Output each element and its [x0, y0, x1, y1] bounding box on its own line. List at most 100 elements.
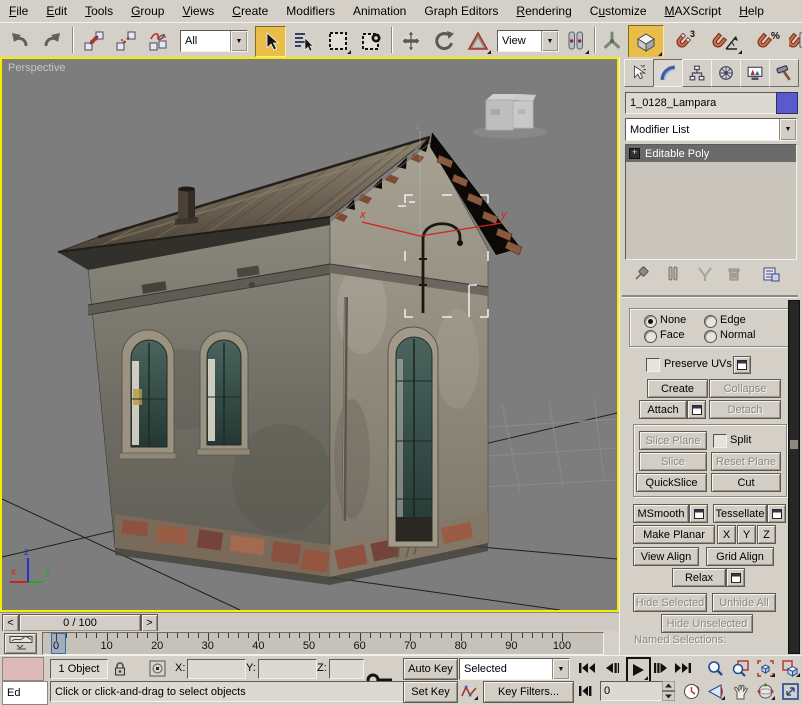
relax-settings-button[interactable]	[726, 568, 745, 587]
key-filter-dropdown[interactable]: Selected ▼	[459, 658, 570, 680]
angle-snap-toggle-button[interactable]	[705, 26, 743, 55]
use-pivot-point-center-button[interactable]	[561, 26, 590, 55]
menu-customize[interactable]: Customize	[581, 1, 656, 21]
spinner-snap-toggle-button[interactable]	[789, 26, 802, 55]
msmooth-settings-button[interactable]	[689, 504, 708, 523]
tab-motion[interactable]	[711, 59, 741, 87]
stack-row-editable-poly[interactable]: + Editable Poly	[626, 145, 796, 162]
rollout-scrollbar[interactable]	[788, 300, 800, 654]
frame-spinner[interactable]	[662, 681, 675, 701]
dropdown-arrow-icon[interactable]: ▼	[230, 31, 247, 51]
object-color-swatch[interactable]	[776, 92, 798, 114]
reference-coordinate-system-dropdown[interactable]: View ▼	[497, 30, 559, 52]
key-filters-button[interactable]: Key Filters...	[483, 681, 574, 703]
menu-file[interactable]: File	[0, 1, 37, 21]
bind-to-spacewarp-button[interactable]	[144, 27, 172, 54]
radio-edge[interactable]	[704, 315, 717, 328]
tessellate-settings-button[interactable]	[767, 504, 786, 523]
show-end-result-button[interactable]	[660, 262, 686, 286]
next-frame-button[interactable]	[650, 658, 670, 678]
maxscript-macro-recorder-pane[interactable]	[2, 657, 44, 681]
snap-3d-toggle-button[interactable]: 3	[668, 26, 700, 55]
preserve-uvs-settings-button[interactable]	[733, 356, 751, 374]
select-by-name-button[interactable]	[289, 26, 318, 55]
track-bar-ruler[interactable]: 0102030405060708090100	[42, 632, 604, 655]
time-configuration-button[interactable]	[681, 681, 702, 701]
quickslice-button[interactable]: QuickSlice	[636, 473, 707, 492]
radio-normal[interactable]	[704, 330, 717, 343]
menu-group[interactable]: Group	[122, 1, 173, 21]
z-coord-input[interactable]	[329, 659, 364, 679]
perspective-viewport[interactable]: x y z x y z Perspective	[0, 57, 619, 612]
menu-animation[interactable]: Animation	[344, 1, 415, 21]
make-planar-button[interactable]: Make Planar	[633, 525, 715, 544]
rectangular-selection-region-button[interactable]	[323, 26, 352, 55]
zoom-all-button[interactable]	[730, 658, 751, 678]
selection-lock-toggle[interactable]	[110, 659, 130, 678]
tab-modify[interactable]	[653, 59, 683, 87]
menu-graph-editors[interactable]: Graph Editors	[415, 1, 507, 21]
attach-button[interactable]: Attach	[639, 400, 687, 419]
msmooth-button[interactable]: MSmooth	[633, 504, 689, 523]
tab-utilities[interactable]	[769, 59, 799, 87]
default-in-out-tangents-button[interactable]	[459, 681, 479, 701]
redo-button[interactable]	[38, 27, 65, 54]
cut-button[interactable]: Cut	[711, 473, 781, 492]
time-slider[interactable]: 0 / 100	[19, 614, 141, 632]
zoom-button[interactable]	[705, 658, 726, 678]
menu-maxscript[interactable]: MAXScript	[656, 1, 731, 21]
split-checkbox[interactable]	[713, 434, 727, 448]
auto-key-button[interactable]: Auto Key	[403, 658, 458, 680]
relax-button[interactable]: Relax	[672, 568, 726, 587]
menu-tools[interactable]: Tools	[76, 1, 122, 21]
field-of-view-button[interactable]	[705, 681, 726, 701]
percent-snap-toggle-button[interactable]: %	[750, 26, 786, 55]
unlink-selection-button[interactable]	[112, 27, 140, 54]
absolute-offset-mode-toggle[interactable]	[146, 659, 168, 678]
background-box-objects[interactable]	[473, 94, 547, 139]
dropdown-arrow-icon[interactable]: ▼	[552, 659, 569, 679]
go-to-end-button[interactable]	[672, 658, 694, 678]
viewport-label[interactable]: Perspective	[8, 62, 65, 74]
create-button[interactable]: Create	[647, 379, 708, 398]
preserve-uvs-checkbox[interactable]	[646, 358, 660, 372]
previous-frame-button[interactable]	[601, 658, 623, 678]
grid-align-button[interactable]: Grid Align	[706, 547, 774, 566]
make-unique-button[interactable]	[692, 262, 718, 286]
view-align-button[interactable]: View Align	[633, 547, 699, 566]
maximize-viewport-toggle[interactable]	[780, 681, 801, 701]
frame-back-button[interactable]: <	[2, 614, 19, 632]
maxscript-mini-listener[interactable]: Ed	[2, 681, 48, 705]
modifier-list-dropdown[interactable]: Modifier List ▼	[625, 118, 797, 141]
attach-settings-button[interactable]	[687, 400, 706, 419]
select-and-link-button[interactable]	[80, 27, 108, 54]
radio-face[interactable]	[644, 330, 657, 343]
select-and-scale-button[interactable]	[463, 26, 492, 55]
menu-views[interactable]: Views	[173, 1, 223, 21]
house-model[interactable]	[58, 133, 522, 585]
set-key-button[interactable]: Set Key	[403, 681, 458, 703]
zoom-extents-button[interactable]	[755, 658, 776, 678]
object-name-field[interactable]: 1_0128_Lampara	[625, 92, 778, 114]
play-animation-button[interactable]	[626, 657, 651, 683]
tab-display[interactable]	[740, 59, 770, 87]
make-planar-x-button[interactable]: X	[717, 525, 736, 544]
menu-help[interactable]: Help	[730, 1, 773, 21]
expand-icon[interactable]: +	[629, 148, 640, 159]
tessellate-button[interactable]: Tessellate	[713, 504, 767, 523]
selection-filter-dropdown[interactable]: All ▼	[180, 30, 248, 52]
zoom-extents-all-button[interactable]	[780, 658, 801, 678]
snaps-toggle-button[interactable]	[628, 25, 664, 58]
window-crossing-toggle-button[interactable]	[357, 26, 386, 55]
y-coord-input[interactable]	[258, 659, 317, 679]
arc-rotate-button[interactable]	[755, 681, 776, 701]
configure-modifier-sets-button[interactable]	[758, 262, 784, 286]
select-and-move-button[interactable]	[396, 26, 425, 55]
menu-edit[interactable]: Edit	[37, 1, 76, 21]
dropdown-arrow-icon[interactable]: ▼	[541, 31, 558, 51]
make-planar-z-button[interactable]: Z	[757, 525, 776, 544]
pin-stack-button[interactable]	[628, 262, 654, 286]
dropdown-arrow-icon[interactable]: ▼	[779, 119, 796, 140]
undo-button[interactable]	[6, 27, 33, 54]
current-frame-field[interactable]	[600, 681, 665, 701]
